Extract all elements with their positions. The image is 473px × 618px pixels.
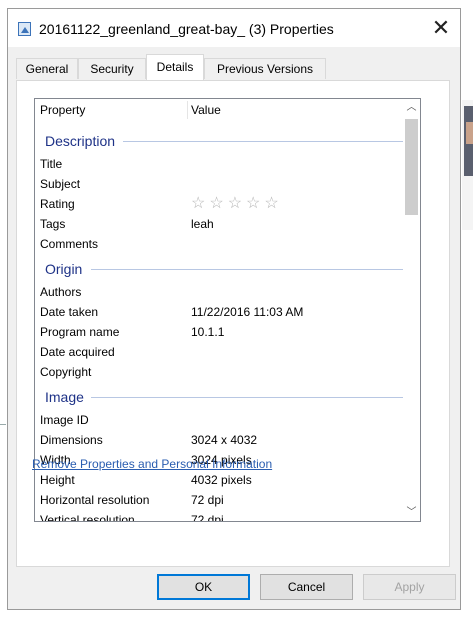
property-name: Tags (40, 217, 66, 231)
remove-properties-link[interactable]: Remove Properties and Personal Informati… (32, 457, 272, 471)
column-separator[interactable] (187, 101, 188, 119)
scrollbar-thumb[interactable] (405, 119, 418, 215)
property-name: Subject (40, 177, 81, 191)
property-row[interactable]: Vertical resolution 72 dpi (35, 510, 405, 522)
property-value: 11/22/2016 11:03 AM (191, 305, 304, 319)
property-value: 10.1.1 (191, 325, 225, 339)
property-row[interactable]: Height 4032 pixels (35, 470, 405, 490)
properties-dialog: 20161122_greenland_great-bay_ (3) Proper… (7, 8, 461, 610)
property-name: Horizontal resolution (40, 493, 150, 507)
property-value: 72 dpi (191, 513, 224, 522)
column-header-property[interactable]: Property (40, 99, 85, 121)
group-label: Origin (45, 261, 83, 277)
property-name: Program name (40, 325, 120, 339)
property-name: Image ID (40, 413, 89, 427)
property-name: Vertical resolution (40, 513, 135, 522)
property-name: Dimensions (40, 433, 103, 447)
cancel-button[interactable]: Cancel (260, 574, 353, 600)
scroll-up-arrow-icon[interactable]: ︿ (403, 99, 420, 116)
tab-details[interactable]: Details (146, 54, 204, 80)
title-bar: 20161122_greenland_great-bay_ (3) Proper… (8, 9, 460, 47)
property-value: 72 dpi (191, 493, 224, 507)
property-row[interactable]: Horizontal resolution 72 dpi (35, 490, 405, 510)
column-header-value[interactable]: Value (191, 99, 221, 121)
property-value: leah (191, 217, 214, 231)
group-header-image[interactable]: Image (35, 387, 405, 407)
property-row[interactable]: Title (35, 154, 405, 174)
property-name: Rating (40, 197, 75, 211)
property-name: Date acquired (40, 345, 115, 359)
group-label: Description (45, 133, 116, 149)
property-row[interactable]: Rating ☆☆☆☆☆ (35, 194, 405, 214)
background-thumbnail-detail (466, 122, 473, 144)
group-divider (123, 141, 405, 142)
property-row[interactable]: Subject (35, 174, 405, 194)
window-title: 20161122_greenland_great-bay_ (3) Proper… (39, 21, 334, 37)
property-row[interactable]: Image ID (35, 410, 405, 430)
property-row[interactable]: Date taken 11/22/2016 11:03 AM (35, 302, 405, 322)
rating-stars[interactable]: ☆☆☆☆☆ (191, 194, 283, 214)
property-value: 4032 pixels (191, 473, 252, 487)
property-row[interactable]: Authors (35, 282, 405, 302)
property-row[interactable]: Comments (35, 234, 405, 254)
property-name: Height (40, 473, 75, 487)
property-name: Copyright (40, 365, 92, 379)
tab-security[interactable]: Security (78, 58, 146, 79)
property-name: Authors (40, 285, 82, 299)
image-file-icon (18, 22, 31, 36)
property-value: 3024 x 4032 (191, 433, 258, 447)
property-name: Comments (40, 237, 99, 251)
group-divider (91, 397, 405, 398)
property-name: Title (40, 157, 63, 171)
tab-previous-versions[interactable]: Previous Versions (204, 58, 326, 79)
group-header-origin[interactable]: Origin (35, 259, 405, 279)
tab-general[interactable]: General (16, 58, 78, 79)
property-row[interactable]: Date acquired (35, 342, 405, 362)
property-row[interactable]: Dimensions 3024 x 4032 (35, 430, 405, 450)
group-divider (91, 269, 405, 270)
group-label: Image (45, 389, 84, 405)
property-row[interactable]: Program name 10.1.1 (35, 322, 405, 342)
scroll-down-arrow-icon[interactable]: ﹀ (403, 504, 420, 521)
property-row[interactable]: Tags leah (35, 214, 405, 234)
details-panel: Property Value Description Title Subject… (16, 80, 450, 567)
property-row[interactable]: Copyright (35, 362, 405, 382)
property-name: Date taken (40, 305, 99, 319)
apply-button[interactable]: Apply (363, 574, 456, 600)
group-header-description[interactable]: Description (35, 131, 405, 151)
vertical-scrollbar[interactable]: ︿ ﹀ (403, 99, 420, 521)
close-button[interactable]: ✕ (428, 15, 454, 41)
background-divider (0, 424, 6, 425)
ok-button[interactable]: OK (157, 574, 250, 600)
